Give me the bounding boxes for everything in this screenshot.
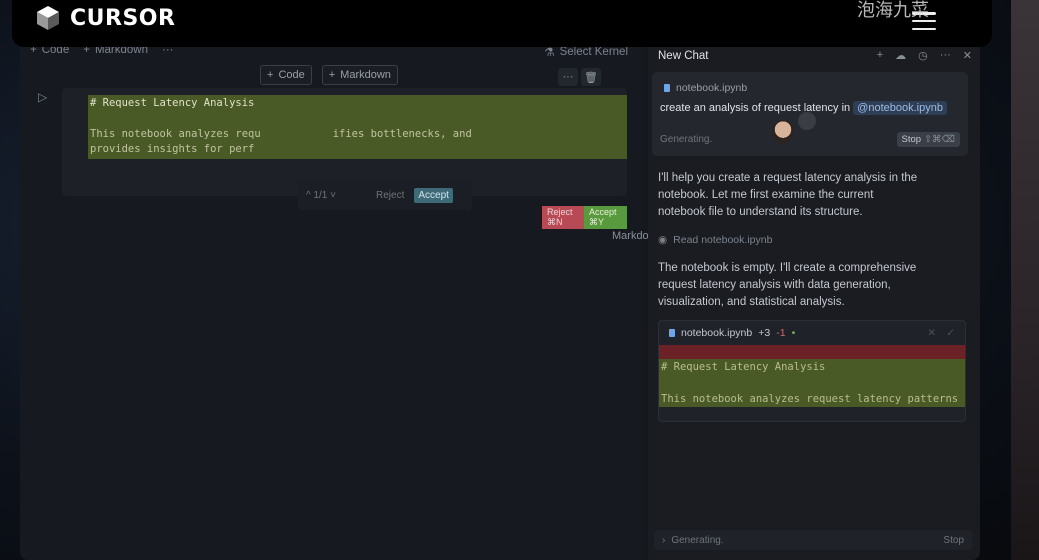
pointer-highlight — [798, 112, 816, 130]
bottom-generating: Generating. — [671, 534, 724, 546]
insert-markdown-label: Markdown — [340, 69, 391, 81]
run-cell-icon[interactable]: ▷ — [38, 90, 47, 104]
reject-diff-button[interactable]: Reject ⌘N — [542, 206, 584, 229]
kernel-icon: ⚗ — [544, 47, 555, 59]
chat-status-bar: › Generating. Stop — [654, 530, 972, 550]
diff-line-1: # Request Latency Analysis — [661, 361, 826, 373]
notebook-pane: + Code + Markdown ··· ⚗ Select Kernel + Cod… — [20, 40, 663, 560]
user-prompt-card: notebook.ipynb create an analysis of req… — [652, 72, 968, 156]
avatar — [772, 120, 794, 144]
cloud-icon[interactable]: ☁ — [895, 49, 906, 62]
diff-removed-line — [659, 345, 965, 359]
close-icon[interactable]: ✕ — [963, 49, 972, 62]
chevron-right-icon: › — [662, 534, 666, 546]
file-mention[interactable]: @notebook.ipynb — [853, 101, 947, 115]
diff-line-2: This notebook analyzes request latency p… — [661, 393, 959, 405]
video-banner: CURSOR — [12, 0, 992, 47]
assistant-message-2: The notebook is empty. I'll create a com… — [658, 262, 917, 308]
inline-review-popover: ^ 1/1 ˅ Reject Accept — [298, 180, 472, 210]
cursor-logo: CURSOR — [34, 4, 175, 32]
more-icon[interactable]: ··· — [940, 49, 951, 62]
cell-more-button[interactable]: ··· — [558, 68, 578, 86]
reject-icon[interactable]: ✕ — [927, 327, 936, 339]
chat-pane: New Chat + ☁ ◷ ··· ✕ notebook.ipynb crea… — [648, 40, 980, 560]
edit-card-header[interactable]: notebook.ipynb +3 -1 • ✕ ✓ — [659, 321, 965, 345]
plus-icon: + — [267, 69, 274, 81]
cursor-window: + Code + Markdown ··· ⚗ Select Kernel + Cod… — [20, 40, 980, 560]
plus-icon[interactable]: + — [877, 49, 883, 62]
file-icon — [664, 84, 670, 92]
cube-logo-icon — [37, 6, 59, 30]
cell-line2: provides insights for perf — [90, 143, 255, 155]
chat-title: New Chat — [658, 50, 709, 62]
stop-button[interactable]: Stop ⇧⌘⌫ — [896, 132, 960, 147]
edit-card: notebook.ipynb +3 -1 • ✕ ✓ # Request Lat… — [658, 320, 966, 422]
read-file-action[interactable]: ◉ Read notebook.ipynb — [658, 234, 772, 246]
diff-actions: Reject ⌘N Accept ⌘Y — [542, 206, 627, 229]
diff-nav[interactable]: ^ 1/1 ˅ — [306, 190, 336, 201]
stop-shortcut: ⇧⌘⌫ — [924, 134, 955, 145]
cell-diff-added: # Request Latency Analysis This notebook… — [88, 95, 627, 159]
edit-file-name: notebook.ipynb — [681, 327, 753, 339]
inline-accept-button[interactable]: Accept — [414, 187, 453, 203]
generating-status: Generating. — [660, 134, 713, 145]
cell-actions: ··· 🗑 — [558, 68, 601, 86]
kernel-label: Select Kernel — [559, 46, 628, 58]
history-icon[interactable]: ◷ — [918, 49, 928, 62]
context-file-name: notebook.ipynb — [676, 82, 748, 94]
brand-name: CURSOR — [70, 5, 176, 31]
insert-code-label: Code — [278, 69, 305, 81]
lines-added: +3 — [758, 327, 771, 339]
markdown-cell[interactable]: # Request Latency Analysis This notebook… — [62, 88, 663, 242]
read-file-label: Read notebook.ipynb — [673, 234, 773, 246]
eye-icon: ◉ — [658, 234, 668, 246]
check-icon[interactable]: ✓ — [946, 327, 955, 339]
trash-icon[interactable]: 🗑 — [581, 68, 601, 86]
side-strip — [1011, 0, 1039, 560]
unsaved-dot: • — [791, 327, 796, 339]
insert-code-button[interactable]: + Code — [260, 65, 312, 85]
bottom-stop-button[interactable]: Stop — [943, 535, 964, 546]
chat-header-icons: + ☁ ◷ ··· ✕ — [877, 49, 972, 62]
cell-heading: # Request Latency Analysis — [90, 97, 255, 109]
select-kernel-button[interactable]: ⚗ Select Kernel — [544, 45, 628, 59]
inline-reject-button[interactable]: Reject — [376, 190, 404, 201]
stop-label: Stop — [901, 134, 922, 145]
prompt-body: create an analysis of request latency in — [660, 102, 851, 114]
assistant-message-1: I'll help you create a request latency a… — [658, 172, 918, 218]
cell-insert-buttons: + Code + Markdown — [260, 65, 398, 85]
watermark-text: 泡海九菜 — [857, 0, 929, 20]
lines-removed: -1 — [776, 327, 786, 339]
accept-diff-button[interactable]: Accept ⌘Y — [583, 206, 627, 229]
plus-icon: + — [328, 69, 336, 81]
file-icon — [669, 329, 675, 337]
context-file-chip[interactable]: notebook.ipynb — [664, 82, 747, 94]
diff-added-lines: # Request Latency Analysis This notebook… — [659, 359, 965, 407]
insert-markdown-button[interactable]: + Markdown — [321, 65, 398, 85]
cell-line1: This notebook analyzes requ — [90, 128, 261, 140]
cell-line1-tail: ifies bottlenecks, and — [332, 128, 472, 140]
